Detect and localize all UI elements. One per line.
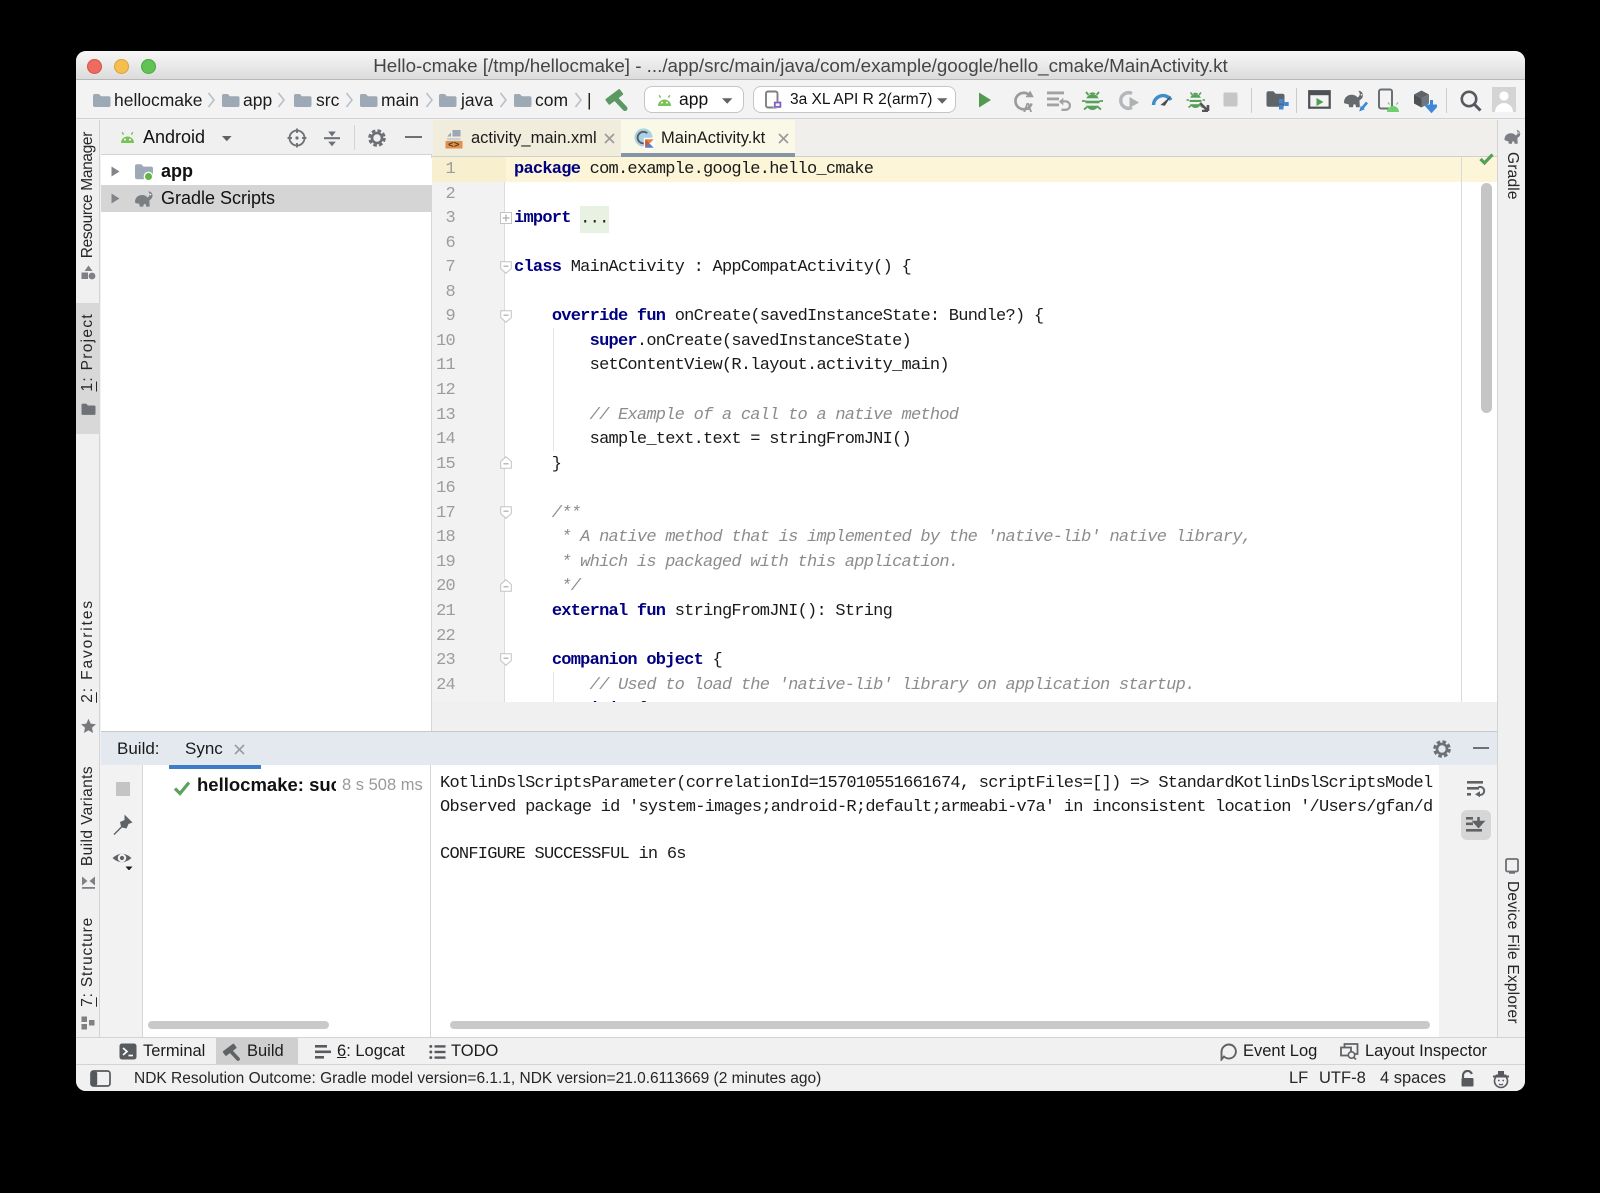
svg-text:A: A — [1023, 100, 1033, 113]
svg-text:<>: <> — [448, 140, 460, 150]
